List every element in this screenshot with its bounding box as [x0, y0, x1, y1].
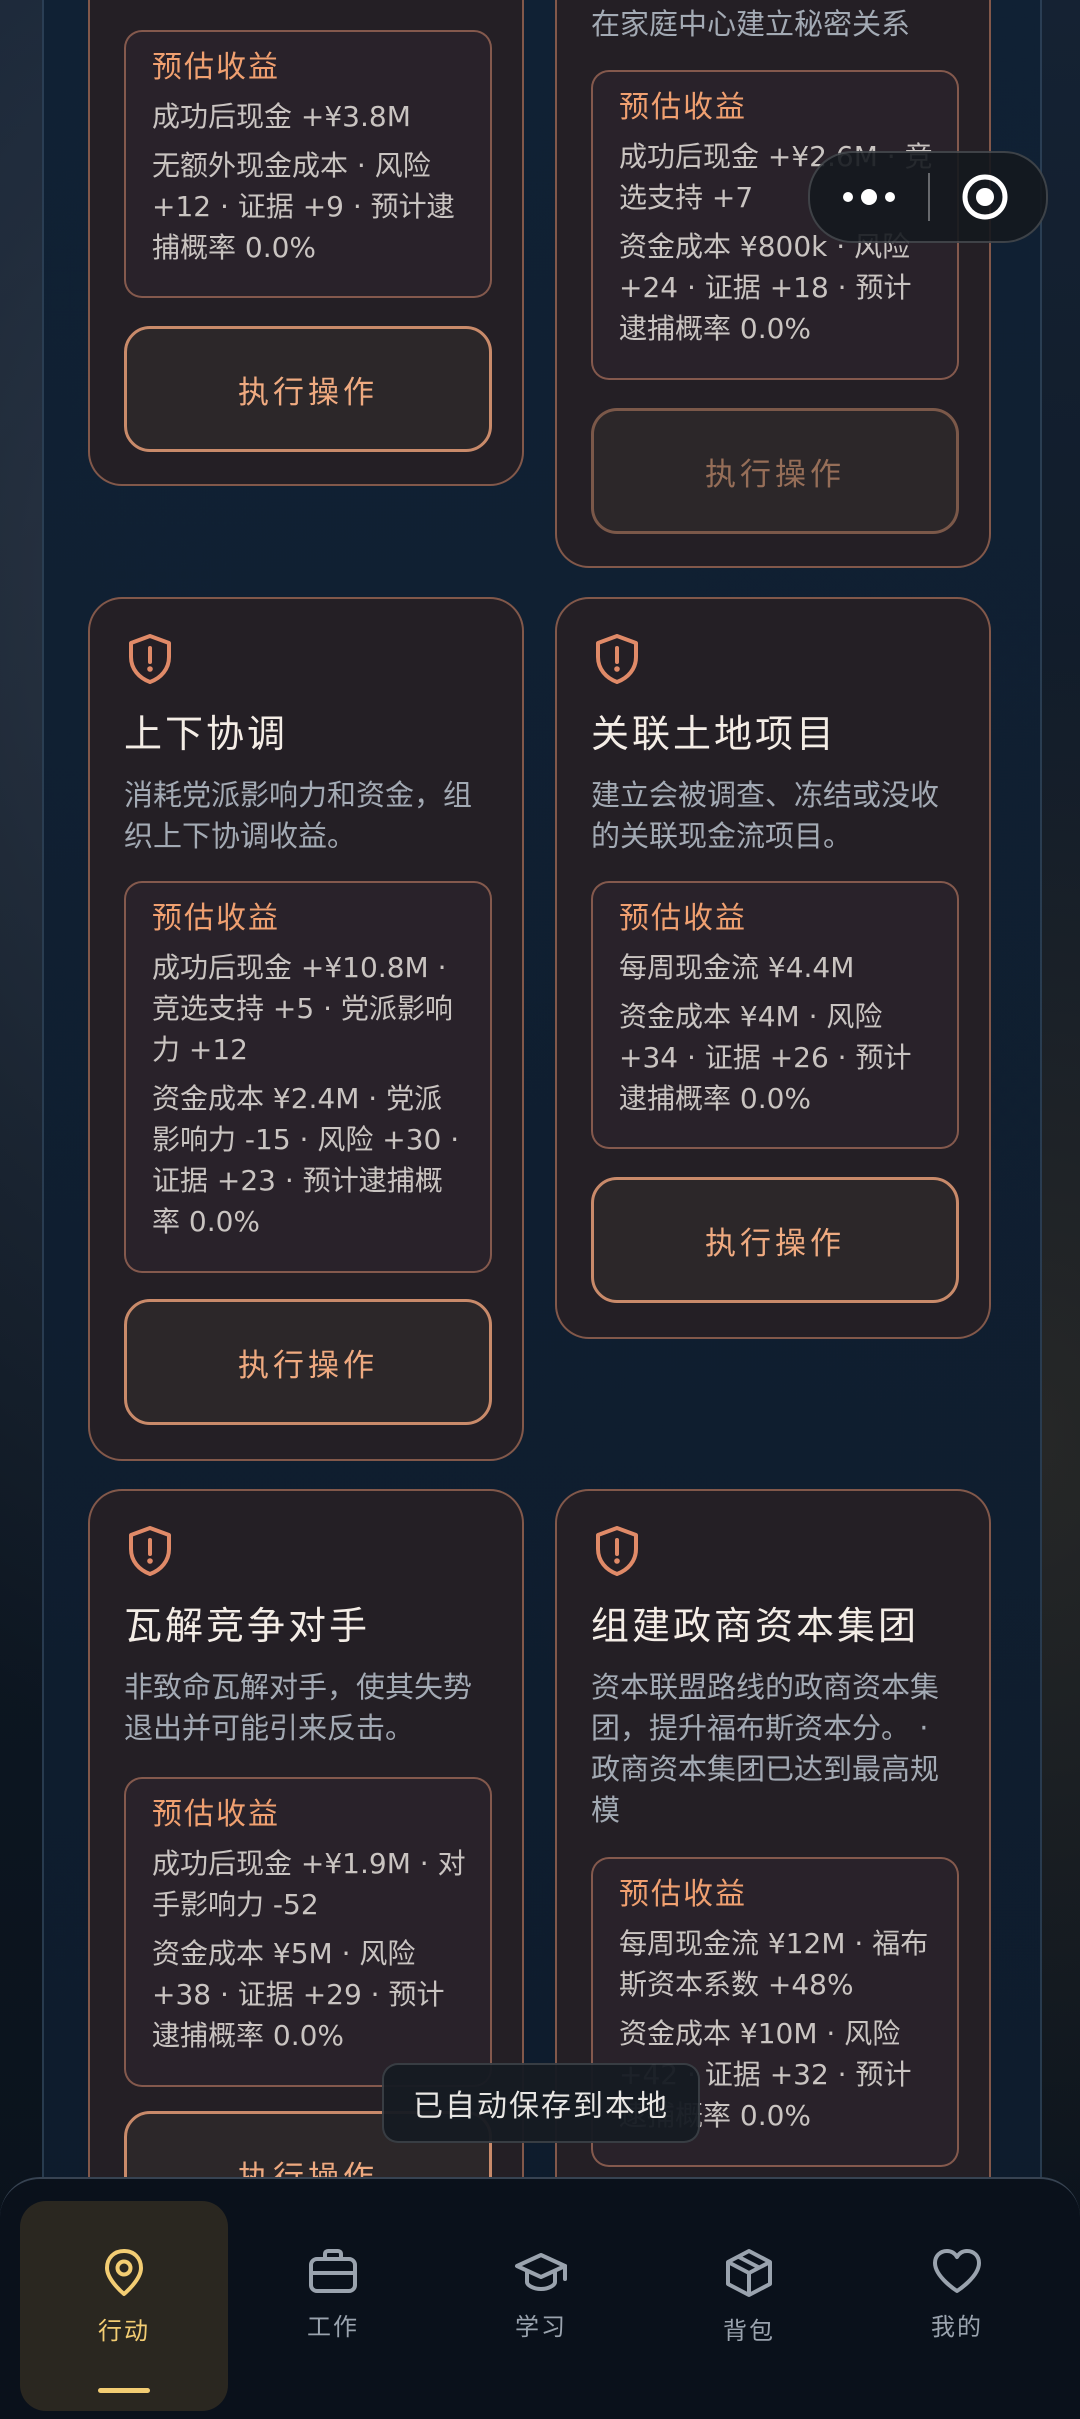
shield-alert-icon	[129, 634, 171, 684]
capsule-divider	[928, 173, 930, 221]
card-title: 关联土地项目	[591, 712, 838, 756]
tab-backpack[interactable]: 背包	[645, 2201, 853, 2411]
card-description: 消耗党派影响力和资金，组织上下协调收益。	[124, 778, 473, 853]
tab-label: 我的	[931, 2313, 983, 2341]
cost-line: 无额外现金成本 · 风险 +12 · 证据 +9 · 预计逮捕概率 0.0%	[152, 149, 455, 264]
shield-alert-icon	[596, 1526, 638, 1576]
tab-profile[interactable]: 我的	[853, 2201, 1061, 2411]
estimated-gain-label: 预估收益	[152, 901, 280, 936]
card-title: 瓦解竞争对手	[124, 1604, 371, 1648]
card-title: 组建政商资本集团	[591, 1604, 920, 1648]
graduation-cap-icon	[515, 2253, 567, 2292]
card-description: 非致命瓦解对手，使其失势退出并可能引来反击。	[124, 1670, 473, 1745]
card-description: 在家庭中心建立秘密关系	[591, 7, 911, 41]
action-card-2: 在家庭中心建立秘密关系 预估收益 成功后现金 +¥2.6M · 竞选支持 +7 …	[555, 0, 991, 568]
estimated-gain-box: 预估收益 每周现金流 ¥4.4M 资金成本 ¥4M · 风险 +34 · 证据 …	[591, 881, 959, 1149]
package-box-icon	[726, 2249, 772, 2297]
cost-line: 资金成本 ¥800k · 风险 +24 · 证据 +18 · 预计逮捕概率 0.…	[619, 230, 912, 345]
autosave-toast: 已自动保存到本地	[382, 2063, 700, 2143]
more-icon[interactable]	[838, 179, 900, 215]
execute-button[interactable]: 执行操作	[124, 1299, 492, 1425]
tab-work[interactable]: 工作	[229, 2201, 437, 2411]
gain-line: 成功后现金 +¥10.8M · 竞选支持 +5 · 党派影响力 +12	[152, 951, 453, 1066]
execute-button[interactable]: 执行操作	[591, 408, 959, 534]
gain-line: 成功后现金 +¥1.9M · 对手影响力 -52	[152, 1847, 466, 1921]
gain-line: 成功后现金 +¥3.8M	[152, 100, 411, 133]
estimated-gain-label: 预估收益	[619, 90, 747, 125]
briefcase-icon	[309, 2249, 357, 2293]
estimated-gain-label: 预估收益	[152, 1797, 280, 1832]
estimated-gain-box: 预估收益 成功后现金 +¥3.8M 无额外现金成本 · 风险 +12 · 证据 …	[124, 30, 492, 298]
execute-button[interactable]: 执行操作	[124, 326, 492, 452]
tab-label: 工作	[307, 2313, 359, 2341]
shield-alert-icon	[129, 1526, 171, 1576]
estimated-gain-box: 预估收益 成功后现金 +¥10.8M · 竞选支持 +5 · 党派影响力 +12…	[124, 881, 492, 1273]
cost-line: 资金成本 ¥2.4M · 党派影响力 -15 · 风险 +30 · 证据 +23…	[152, 1082, 460, 1238]
action-card-1: 预估收益 成功后现金 +¥3.8M 无额外现金成本 · 风险 +12 · 证据 …	[88, 0, 524, 486]
estimated-gain-label: 预估收益	[619, 1877, 747, 1912]
action-card-land-project: 关联土地项目 建立会被调查、冻结或没收的关联现金流项目。 预估收益 每周现金流 …	[555, 597, 991, 1339]
close-target-icon[interactable]	[960, 172, 1010, 222]
execute-button[interactable]: 执行操作	[591, 1177, 959, 1303]
estimated-gain-label: 预估收益	[619, 901, 747, 936]
active-tab-indicator	[98, 2388, 150, 2393]
card-description: 资本联盟路线的政商资本集团，提升福布斯资本分。 · 政商资本集团已达到最高规模	[591, 1670, 940, 1827]
tab-action[interactable]: 行动	[20, 2201, 228, 2411]
estimated-gain-label: 预估收益	[152, 50, 280, 85]
location-pin-icon	[105, 2249, 143, 2296]
gain-line: 每周现金流 ¥4.4M	[619, 951, 855, 984]
heart-icon	[933, 2249, 981, 2293]
action-card-coordinate: 上下协调 消耗党派影响力和资金，组织上下协调收益。 预估收益 成功后现金 +¥1…	[88, 597, 524, 1461]
miniprogram-capsule	[808, 151, 1048, 243]
estimated-gain-box: 预估收益 成功后现金 +¥1.9M · 对手影响力 -52 资金成本 ¥5M ·…	[124, 1777, 492, 2087]
tab-label: 学习	[515, 2313, 567, 2341]
bottom-tab-bar: 行动 工作 学习 背包 我的	[0, 2177, 1080, 2419]
tab-label: 背包	[723, 2317, 775, 2345]
tab-label: 行动	[98, 2317, 150, 2345]
shield-alert-icon	[596, 634, 638, 684]
cost-line: 资金成本 ¥4M · 风险 +34 · 证据 +26 · 预计逮捕概率 0.0%	[619, 1000, 912, 1115]
cost-line: 资金成本 ¥5M · 风险 +38 · 证据 +29 · 预计逮捕概率 0.0%	[152, 1937, 445, 2052]
gain-line: 每周现金流 ¥12M · 福布斯资本系数 +48%	[619, 1927, 929, 2001]
card-description: 建立会被调查、冻结或没收的关联现金流项目。	[591, 778, 940, 853]
card-title: 上下协调	[124, 712, 289, 756]
tab-study[interactable]: 学习	[437, 2201, 645, 2411]
